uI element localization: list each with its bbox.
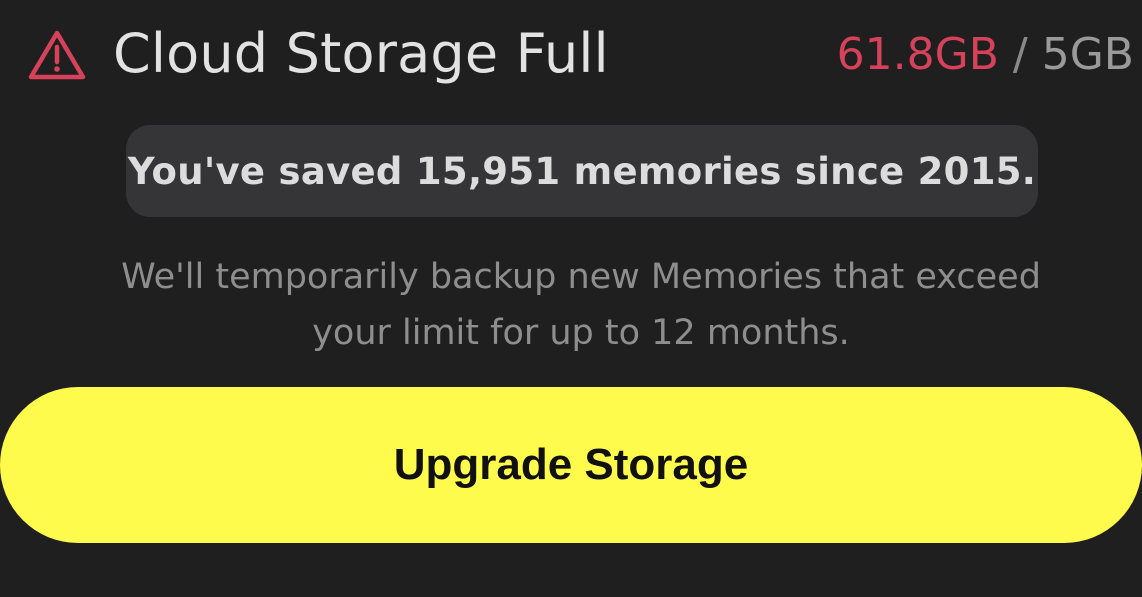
- memories-summary-pill: You've saved 15,951 memories since 2015.: [126, 125, 1038, 217]
- memories-summary-text: You've saved 15,951 memories since 2015.: [127, 149, 1037, 193]
- storage-header: Cloud Storage Full 61.8GB / 5GB: [0, 0, 1142, 110]
- upgrade-storage-label: Upgrade Storage: [393, 440, 749, 489]
- storage-full-title: Cloud Storage Full: [113, 22, 609, 85]
- warning-triangle-icon: [28, 29, 86, 81]
- storage-limit-amount: 5GB: [1041, 29, 1134, 80]
- backup-notice-line-2: your limit for up to 12 months.: [312, 313, 850, 353]
- usage-separator: /: [998, 29, 1042, 80]
- upgrade-storage-button[interactable]: Upgrade Storage: [0, 387, 1142, 543]
- storage-used-amount: 61.8GB: [836, 29, 999, 80]
- backup-notice-line-1: We'll temporarily backup new Memories th…: [121, 257, 1041, 297]
- cloud-storage-card: Cloud Storage Full 61.8GB / 5GB You've s…: [0, 0, 1142, 597]
- backup-notice: We'll temporarily backup new Memories th…: [40, 249, 1122, 361]
- storage-usage: 61.8GB / 5GB: [837, 22, 1134, 88]
